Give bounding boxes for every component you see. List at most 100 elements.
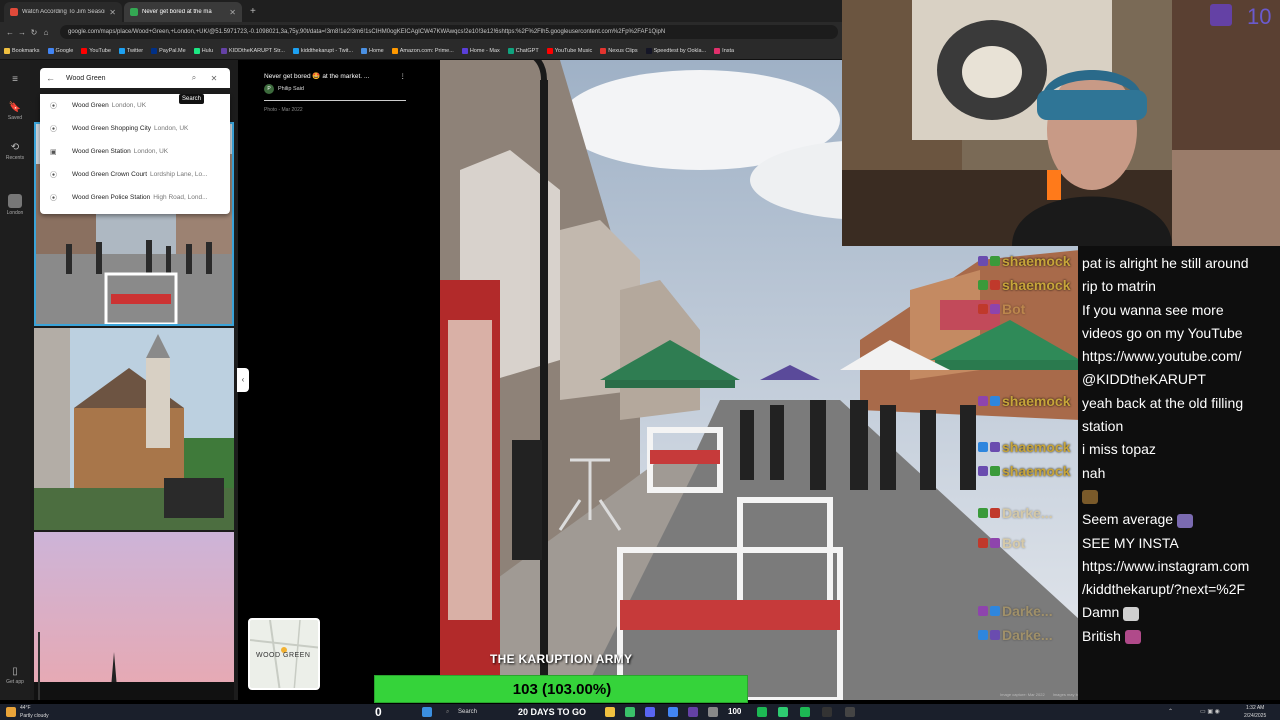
suggestion-item[interactable]: ⦿ Wood Green Police Station High Road, Lon…	[40, 186, 230, 209]
chat-emote-icon	[1177, 513, 1194, 528]
chat-text: @KIDDtheKARUPT	[1082, 371, 1206, 388]
place-pin-icon: ⦿	[50, 194, 57, 202]
bookmark-label: PayPal.Me	[159, 47, 186, 54]
search-icon[interactable]: ⌕	[446, 704, 449, 720]
discord-icon[interactable]	[645, 707, 655, 717]
suggestion-subtitle: Lordship Lane, Lo...	[150, 171, 208, 178]
bookmark-item[interactable]: ChatGPT	[507, 47, 539, 54]
saved-button[interactable]: 🔖 Saved	[0, 102, 30, 121]
search-icon[interactable]: ⌕	[184, 73, 204, 83]
folder-icon[interactable]	[605, 707, 615, 717]
back-arrow-icon[interactable]: ←	[46, 73, 60, 83]
collapse-panel-button[interactable]: ‹	[237, 368, 249, 392]
suggestion-item[interactable]: ⦿ Wood Green Crown Court Lordship Lane, Lo…	[40, 163, 230, 186]
london-recent[interactable]: London	[0, 194, 30, 216]
author-name[interactable]: Philip Said	[278, 86, 304, 92]
reload-icon[interactable]: ↻	[28, 28, 40, 37]
spotify-icon[interactable]	[757, 707, 767, 717]
bookmark-item[interactable]: Twitter	[118, 47, 143, 54]
bookmark-item[interactable]: PayPal.Me	[151, 47, 186, 54]
bookmark-label: YouTube Music	[554, 47, 593, 54]
bookmark-item[interactable]: YouTube	[81, 47, 111, 54]
user-badge-icon	[978, 508, 988, 518]
chat-message: @KIDDtheKARUPT	[1082, 368, 1276, 391]
menu-icon[interactable]: ≡	[0, 74, 30, 85]
bookmark-item[interactable]: Nexus Clips	[600, 47, 638, 54]
bookmark-label: Home	[369, 47, 384, 54]
close-icon[interactable]: ✕	[109, 8, 116, 17]
bookmark-item[interactable]: Hulu	[193, 47, 213, 54]
app-icon[interactable]	[708, 707, 718, 717]
user-badge-icon	[990, 304, 1000, 314]
recents-button[interactable]: ⟲ Recents	[0, 142, 30, 161]
weather-desc[interactable]: Partly cloudy	[20, 708, 49, 720]
minimap[interactable]: WOOD GREEN	[248, 618, 320, 690]
user-badge-icon	[990, 256, 1000, 266]
audio-icon[interactable]	[845, 707, 855, 717]
chat-text: /kiddthekarupt/?next=%2F	[1082, 581, 1246, 598]
tab-jim[interactable]: Watch According To Jim Season ✕	[4, 2, 122, 22]
bookmark-item[interactable]: Amazon.com: Prime...	[391, 47, 454, 54]
taskbar-search[interactable]: Search	[458, 704, 477, 720]
suggestion-subtitle: High Road, Lond...	[153, 194, 208, 201]
more-options-icon[interactable]: ⋮	[400, 72, 407, 80]
twitch-taskbar-icon[interactable]	[688, 707, 698, 717]
new-tab-button[interactable]: +	[244, 2, 262, 22]
photo-date: Photo - Mar 2022	[264, 107, 303, 113]
bookmark-favicon	[361, 47, 368, 54]
app-icon[interactable]	[800, 707, 810, 717]
bookmark-item[interactable]: kiddthekarupt - Twit...	[292, 47, 353, 54]
bookmark-item[interactable]: Bookmarks	[4, 47, 40, 54]
chrome-icon[interactable]	[668, 707, 678, 717]
chat-text: videos go on my YouTube	[1082, 324, 1243, 341]
bookmark-label: KIDDtheKARUPT Str...	[229, 47, 285, 54]
get-app-button[interactable]: ▯ Get app	[0, 666, 30, 685]
home-icon[interactable]: ⌂	[40, 28, 52, 37]
url-field[interactable]: google.com/maps/place/Wood+Green,+London…	[60, 25, 838, 39]
bookmark-label: ChatGPT	[515, 47, 539, 54]
windows-start-icon[interactable]	[422, 707, 432, 717]
tab-maps[interactable]: Never get bored at the ma ✕	[124, 2, 242, 22]
webcam-feed: 10	[842, 0, 1280, 246]
suggestion-item[interactable]: ⦿ Wood Green Shopping City London, UK	[40, 117, 230, 140]
chat-text: i miss topaz	[1082, 441, 1156, 458]
app-icon[interactable]	[778, 707, 788, 717]
bookmark-item[interactable]: Insta	[714, 47, 734, 54]
bookmark-item[interactable]: Google	[47, 47, 73, 54]
overlay-username-row: Bot	[978, 532, 1078, 554]
chat-message: yeah back at the old filling	[1082, 392, 1276, 415]
tray-chevron-icon[interactable]: ⌃	[1168, 704, 1173, 720]
user-badge-icon	[990, 538, 1000, 548]
bookmark-item[interactable]: Home	[361, 47, 384, 54]
suggestion-subtitle: London, UK	[133, 148, 169, 155]
saved-label: Saved	[7, 115, 23, 121]
close-icon[interactable]: ✕	[229, 8, 236, 17]
bookmark-item[interactable]: YouTube Music	[546, 47, 593, 54]
user-badge-icon	[978, 466, 988, 476]
xbox-icon[interactable]	[625, 707, 635, 717]
bookmarks-bar: Bookmarks Google YouTube Twitter PayPal.Me Hu…	[0, 42, 842, 60]
photo-thumbnail-church[interactable]	[34, 328, 234, 530]
capcut-icon[interactable]	[822, 707, 832, 717]
tray-icons[interactable]: ▭ ▣ ◉	[1200, 704, 1220, 720]
back-icon[interactable]: ←	[4, 28, 16, 37]
photo-thumbnail-dusk[interactable]	[34, 532, 234, 700]
place-pin-icon: ⦿	[50, 125, 57, 133]
bookmark-item[interactable]: KIDDtheKARUPT Str...	[221, 47, 285, 54]
chat-emote-icon	[1123, 606, 1140, 621]
bookmark-favicon	[461, 47, 468, 54]
bookmark-favicon	[507, 47, 514, 54]
close-icon[interactable]: ✕	[204, 74, 224, 83]
suggestion-item[interactable]: ▣ Wood Green Station London, UK	[40, 140, 230, 163]
bookmark-item[interactable]: Speedtest by Ookla...	[645, 47, 706, 54]
user-badge-icon	[990, 396, 1000, 406]
bookmark-label: YouTube	[89, 47, 111, 54]
bookmark-item[interactable]: Home - Max	[461, 47, 500, 54]
bookmark-favicon	[81, 47, 88, 54]
forward-icon[interactable]: →	[16, 28, 28, 37]
clock-date[interactable]: 2/24/2025	[1244, 708, 1266, 720]
address-bar-row: ← → ↻ ⌂ google.com/maps/place/Wood+Green…	[0, 22, 842, 42]
chat-message	[1082, 485, 1276, 508]
search-input[interactable]	[66, 74, 184, 82]
chat-text: pat is alright he still around	[1082, 255, 1249, 271]
